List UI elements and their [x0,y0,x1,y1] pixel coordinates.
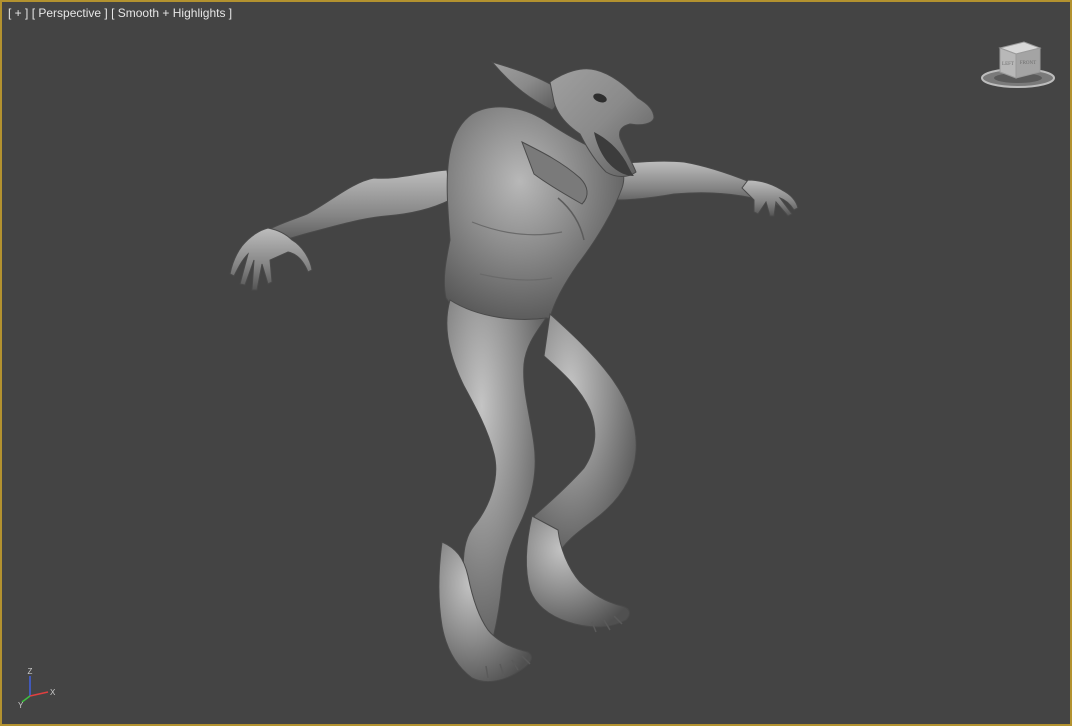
axis-tripod-icon: Z X Y [18,667,56,710]
creature-right-arm [613,160,799,217]
viewcube-front-label: FRONT [1020,61,1036,66]
creature-left-arm [229,169,451,291]
viewcube-left-label: LEFT [1002,62,1014,67]
x-axis-line [29,691,49,697]
z-axis-label: Z [28,667,33,676]
perspective-viewport[interactable]: [ + ] [ Perspective ] [ Smooth + Highlig… [0,0,1072,726]
creature-left-leg [438,299,548,683]
y-axis-label: Y [18,701,24,710]
viewcube-icon[interactable]: LEFT FRONT [980,38,1060,90]
creature-model[interactable] [2,2,1070,724]
creature-right-leg [525,313,637,633]
x-axis-label: X [50,688,56,697]
